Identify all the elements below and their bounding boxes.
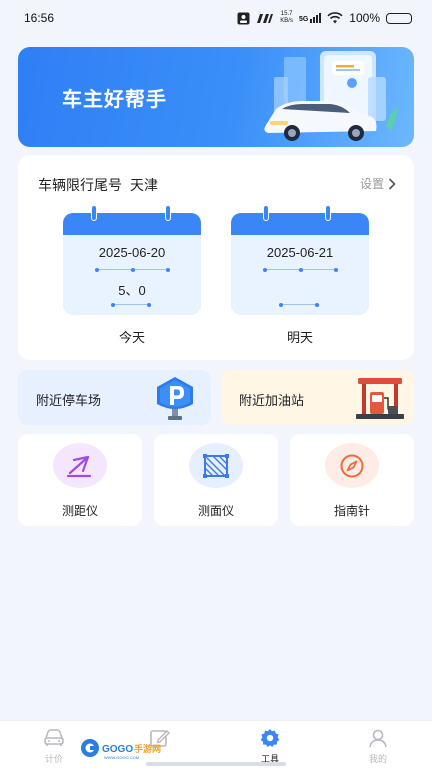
calendar-divider: [279, 303, 319, 307]
battery-percent: 100%: [349, 11, 380, 25]
nearby-parking-card[interactable]: 附近停车场: [18, 370, 211, 425]
tool-label: 测面仪: [197, 504, 234, 518]
tool-icon-circle: [189, 443, 243, 488]
plate-restriction-card: 车辆限行尾号 天津 设置 2025-06-20 5、0 今天 2025-06-2…: [18, 155, 414, 360]
calendar-date: 2025-06-21: [266, 245, 334, 260]
nearby-gas-label: 附近加油站: [239, 393, 305, 408]
compass-icon: [340, 454, 364, 477]
tool-area[interactable]: 测面仪: [154, 434, 278, 526]
calendar-label-today: 今天: [118, 330, 145, 345]
settings-link[interactable]: 设置: [360, 175, 396, 192]
tool-label: 指南针: [333, 504, 370, 518]
parking-sign-icon: [157, 377, 193, 420]
calendar-divider: [263, 268, 338, 272]
network-speed: 15.7 KB/s: [280, 11, 293, 24]
banner-title: 车主好帮手: [62, 89, 167, 111]
tool-compass[interactable]: 指南针: [290, 434, 414, 526]
restriction-city: 天津: [130, 177, 158, 193]
area-measure-icon: [203, 453, 229, 478]
tool-icon-circle: [325, 443, 379, 488]
calendar-date: 2025-06-20: [98, 245, 166, 260]
distance-measure-icon: [66, 455, 92, 477]
status-indicators: 15.7 KB/s 5G 100%: [237, 11, 412, 25]
nav-label: 我的: [368, 754, 387, 764]
status-time: 16:56: [24, 11, 55, 25]
tool-distance[interactable]: 测距仪: [18, 434, 142, 526]
tool-label: 测距仪: [61, 504, 98, 518]
nfc-icon: [257, 13, 274, 23]
settings-label: 设置: [359, 177, 384, 191]
car-icon: [44, 729, 64, 746]
svg-text:手游网: 手游网: [134, 743, 161, 755]
tool-icon-circle: [53, 443, 107, 488]
signal-indicator: 5G: [299, 13, 322, 23]
gas-station-icon: [356, 378, 404, 419]
gogo-watermark-logo: GOGO 手游网 WWW.GOGO.COM: [81, 739, 161, 760]
calendar-divider: [111, 303, 151, 307]
svg-text:WWW.GOGO.COM: WWW.GOGO.COM: [104, 755, 139, 760]
tools-gear-icon: [260, 729, 280, 747]
bottom-nav: 计价 工具 我的: [0, 720, 432, 768]
svg-text:GOGO: GOGO: [102, 744, 133, 755]
nearby-gas-card[interactable]: 附近加油站: [221, 370, 414, 425]
battery-icon: [386, 12, 412, 24]
car-phone-illustration: [264, 51, 398, 141]
nav-item-profile[interactable]: 我的: [348, 727, 408, 765]
contact-card-icon: [237, 12, 250, 24]
calendar-today: 2025-06-20 5、0: [63, 205, 201, 315]
chevron-right-icon: [388, 177, 396, 190]
restriction-title: 车辆限行尾号 天津: [38, 177, 158, 193]
calendar-tomorrow: 2025-06-21: [231, 205, 369, 315]
nav-item-pricing[interactable]: 计价: [24, 727, 84, 765]
calendar-label-tomorrow: 明天: [286, 330, 313, 345]
nearby-parking-label: 附近停车场: [36, 393, 102, 408]
restricted-digits: 5、0: [118, 283, 146, 298]
user-icon: [369, 729, 387, 748]
wifi-icon: [327, 12, 343, 24]
nav-label: 计价: [44, 754, 63, 764]
nav-item-tools[interactable]: 工具: [240, 727, 300, 765]
calendar-divider: [95, 268, 170, 272]
home-indicator[interactable]: [146, 762, 286, 766]
status-bar: 16:56 15.7 KB/s 5G 100%: [0, 0, 432, 36]
promo-banner[interactable]: 车主好帮手: [18, 47, 414, 147]
